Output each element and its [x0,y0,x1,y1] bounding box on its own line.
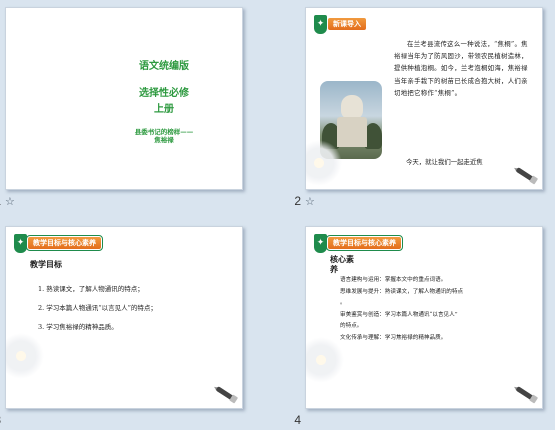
section-badge: ✦ 新课导入 [314,14,366,34]
list-item: 2. 学习本篇人物通讯“以言见人”的特点； [38,304,157,312]
pen-icon [210,380,241,408]
text-line: 语言建构与运用：掌握本文中的重点词语。 [340,277,447,283]
slide-3-canvas: ✦ 教学目标与核心素养 教学目标 1. 熟读课文，了解人物通讯的特点； 2. 学… [5,226,243,409]
leaf-icon: ✦ [314,14,327,34]
slide-number: 3 [0,413,1,427]
objectives-list: 1. 熟读课文，了解人物通讯的特点； 2. 学习本篇人物通讯“以言见人”的特点；… [38,283,157,340]
objectives-heading: 教学目标 [30,259,62,269]
slide-1-title-line-2: 选择性必修 [139,88,189,99]
intro-paragraph-tail: 今天，就让我们一起走近焦 [406,158,483,166]
core-literacy-body: 语言建构与运用：掌握本文中的重点词语。 思维发展与提升：熟读课文，了解人物通讯的… [340,275,528,344]
core-literacy-heading: 核心素养 [330,254,354,274]
text-line: 的特点。 [340,323,363,329]
slide-4-canvas: ✦ 教学目标与核心素养 核心素养 语言建构与运用：掌握本文中的重点词语。 思维发… [305,226,543,409]
text-line: 思维发展与提升：熟读课文，了解人物通讯的特点 [340,288,464,295]
list-item: 3. 学习焦裕禄的精神品质。 [38,323,118,331]
text-line: 。 [340,300,346,306]
pen-icon [510,161,541,189]
slide-number: 1 [0,194,1,208]
intro-paragraph: 在兰考县流传这么一种说法，“焦桐”。焦裕禄当年为了防风固沙，带领农民植树造林，提… [394,40,528,97]
slide-1-subtitle-line-2: 焦裕禄 [154,136,174,144]
section-badge-label: 教学目标与核心素养 [326,235,403,251]
slide-number: 2 [294,194,301,208]
leaf-icon: ✦ [314,233,327,253]
section-badge: ✦ 教学目标与核心素养 [314,233,403,253]
flower-decoration [6,333,44,379]
slide-1-title-line-3: 上册 [154,104,174,115]
list-item: 1. 熟读课文，了解人物通讯的特点； [38,285,144,293]
slide-number: 4 [294,413,301,427]
slide-transition-icon: ☆ [5,195,15,208]
text-line: 文化传承与理解：学习焦裕禄的精神品质。 [340,334,447,341]
slide-1-title-line-1: 语文统编版 [139,61,189,72]
slide-transition-icon: ☆ [305,195,315,208]
section-badge: ✦ 教学目标与核心素养 [14,233,103,253]
section-badge-label: 教学目标与核心素养 [26,235,103,251]
pen-icon [510,380,541,408]
slide-1-canvas: 语文统编版 选择性必修 上册 县委书记的榜样—— 焦裕禄 [5,7,243,190]
flower-decoration [306,337,344,383]
leaf-icon: ✦ [14,233,27,253]
section-badge-label: 新课导入 [328,18,366,30]
text-line: 审美鉴赏与创造：学习本篇人物通讯“以言见人” [340,311,458,318]
slide-2-canvas: ✦ 新课导入 在兰考县流传这么一种说法，“焦桐”。焦裕禄当年为了防风固沙，带领农… [305,7,543,190]
